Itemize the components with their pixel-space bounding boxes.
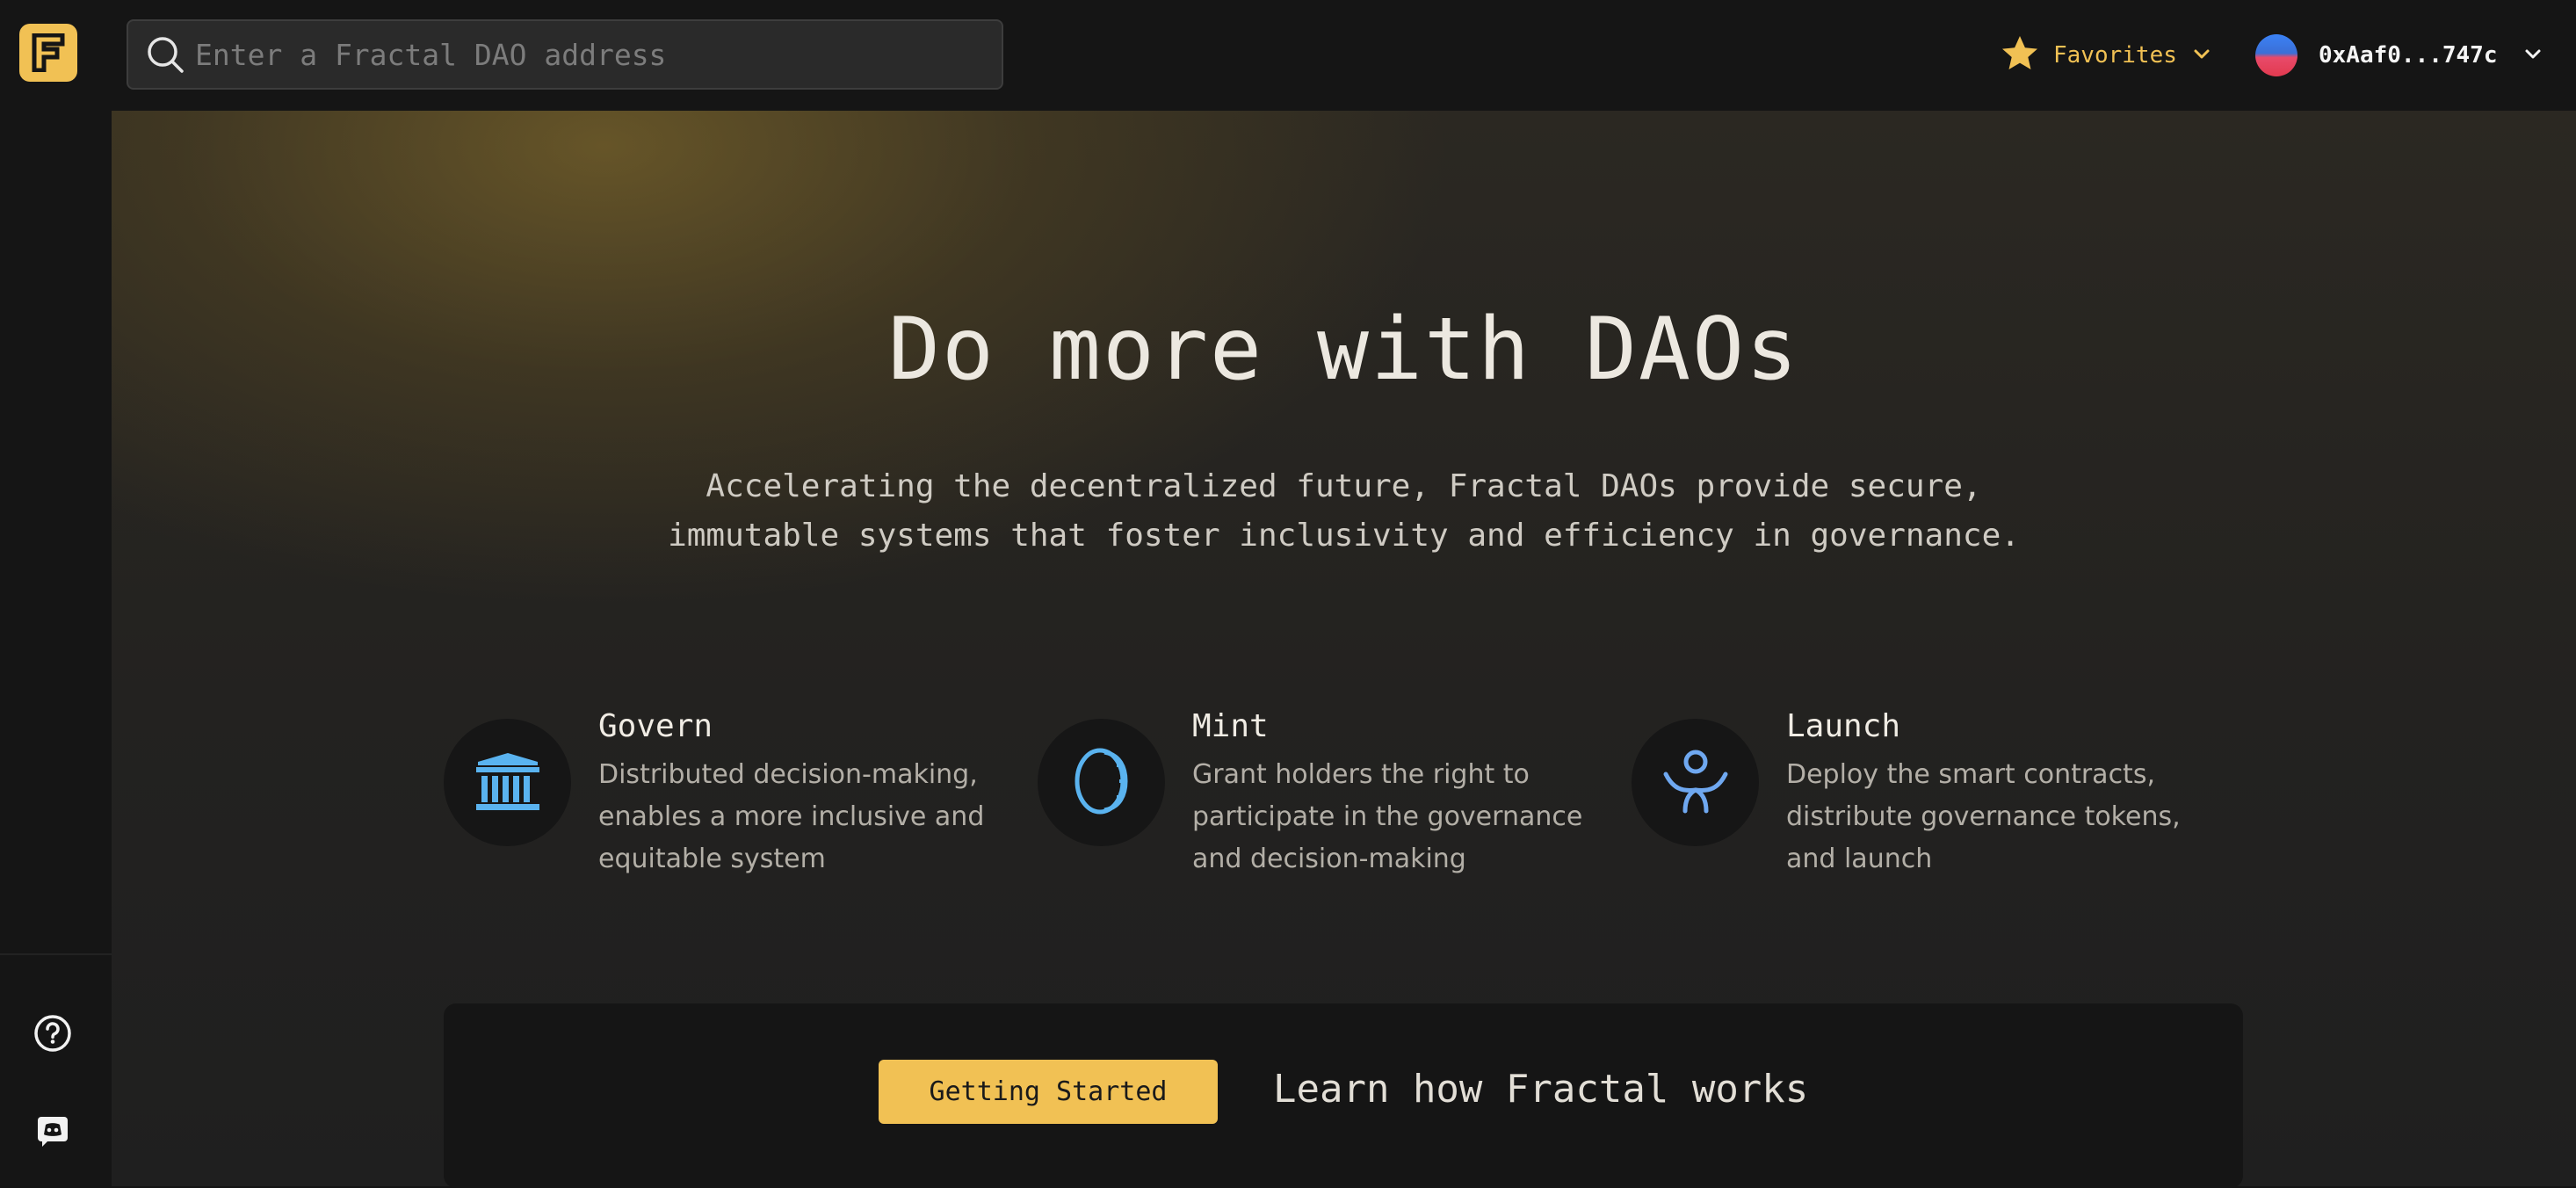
feature-title: Launch [1786,708,1901,744]
discord-icon[interactable] [32,1110,74,1152]
feature-icon-circle [1038,719,1165,846]
dao-address-search-input[interactable] [195,28,1002,81]
hero-subtitle-line-1: Accelerating the decentralized future, F… [706,468,1982,504]
favorites-label: Favorites [2053,42,2177,69]
feature-govern: Govern Distributed decision-making, enab… [444,708,988,884]
feature-icon-circle [1632,719,1759,846]
feature-description: Grant holders the right to participate i… [1192,759,1583,874]
favorites-dropdown[interactable]: Favorites [2001,32,2211,79]
feature-mint: Mint Grant holders the right to particip… [1038,708,1582,884]
fractal-logo-icon[interactable] [19,24,77,82]
search-box [127,19,1003,90]
chevron-down-icon [2524,47,2542,64]
feature-title: Mint [1192,708,1269,744]
hero-subtitle-line-2: immutable systems that foster inclusivit… [668,518,2020,554]
avatar [2255,34,2297,76]
sidebar-divider [0,953,112,955]
top-bar: Favorites 0xAaf0...747c [112,0,2576,111]
help-icon[interactable] [32,1012,74,1054]
person-arms-up-icon [1661,748,1731,818]
getting-started-button[interactable]: Getting Started [879,1060,1218,1124]
sidebar [0,0,112,1186]
learn-how-fractal-works-text: Learn how Fractal works [1273,1067,1809,1112]
getting-started-banner: Getting Started Learn how Fractal works [444,1003,2243,1188]
star-icon [2001,34,2039,76]
chevron-down-icon [2193,47,2211,64]
feature-icon-circle [444,719,571,846]
hero-title: Do more with DAOs [887,300,1800,400]
bank-columns-icon [473,750,543,816]
main-content: Do more with DAOs Accelerating the decen… [112,111,2576,1188]
account-menu[interactable]: 0xAaf0...747c [2255,32,2542,79]
account-address: 0xAaf0...747c [2319,42,2498,69]
feature-description: Deploy the smart contracts, distribute g… [1786,759,2181,874]
coin-icon [1071,746,1132,820]
feature-title: Govern [598,708,713,744]
feature-description: Distributed decision-making, enables a m… [598,759,985,874]
search-icon [144,33,186,76]
hero-subtitle: Accelerating the decentralized future, F… [112,462,2576,561]
feature-launch: Launch Deploy the smart contracts, distr… [1632,708,2181,884]
